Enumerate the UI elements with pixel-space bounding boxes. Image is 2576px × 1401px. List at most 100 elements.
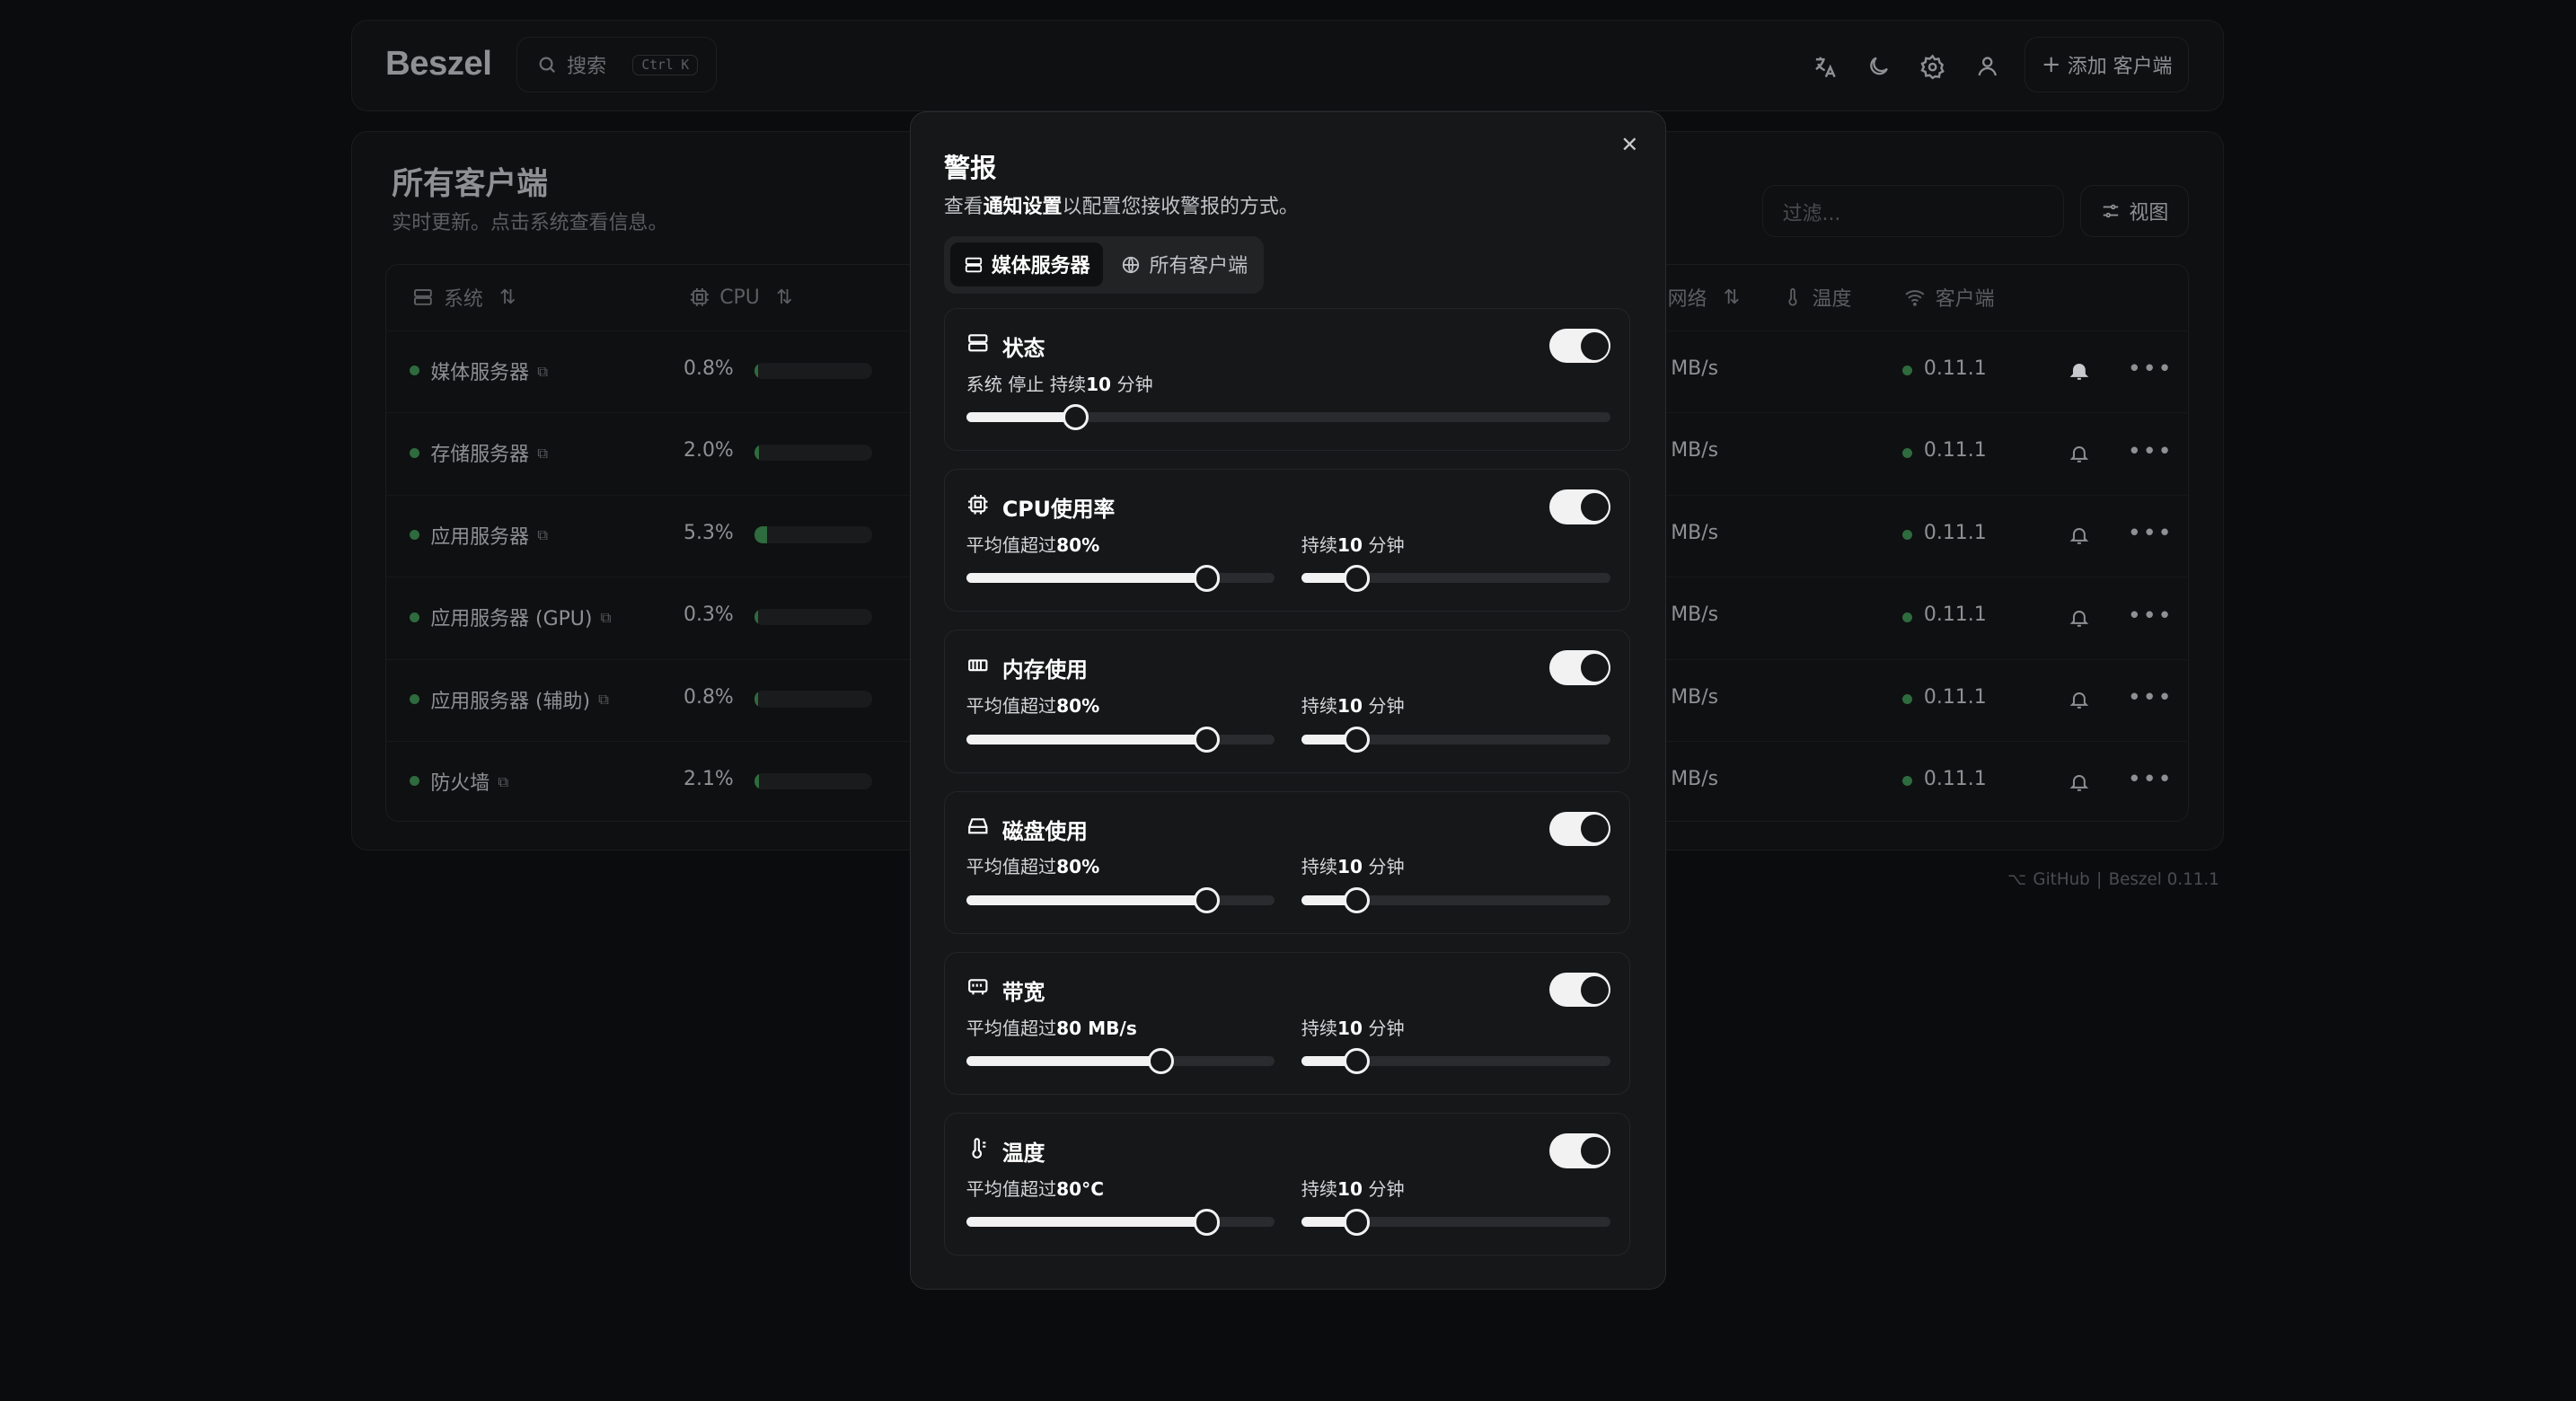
alert-toggle[interactable] — [1548, 328, 1610, 364]
sliders-icon — [2104, 204, 2119, 218]
language-icon[interactable] — [1808, 50, 1841, 84]
user-icon[interactable] — [1971, 50, 2004, 84]
alert-card-bandwidth: 带宽 平均值超过80 MB/s 持续10 分钟 — [943, 951, 1631, 1096]
filter-input[interactable]: 过滤... — [1761, 184, 2065, 238]
system-name[interactable]: 媒体服务器 ⧉ — [430, 357, 548, 385]
thermometer-icon — [1788, 288, 1797, 306]
threshold-slider[interactable] — [966, 726, 1275, 753]
alert-card-disk-usage: 磁盘使用 平均值超过80% 持续10 分钟 — [943, 790, 1631, 934]
alert-card-temperature: 温度 平均值超过80°C 持续10 分钟 — [943, 1113, 1631, 1256]
duration-description: 持续10 分钟 — [1301, 1177, 1405, 1200]
server-icon — [965, 257, 982, 272]
duration-description: 持续10 分钟 — [1301, 1017, 1405, 1039]
alert-toggle[interactable] — [1548, 489, 1610, 524]
page-subtitle: 实时更新。点击系统查看信息。 — [392, 212, 668, 235]
slider-thumb[interactable] — [1344, 886, 1371, 914]
alert-toggle[interactable] — [1548, 811, 1610, 847]
more-options-icon[interactable]: ••• — [2128, 684, 2174, 711]
threshold-slider[interactable] — [966, 565, 1275, 592]
slider-thumb[interactable] — [1194, 565, 1221, 592]
more-options-icon[interactable]: ••• — [2128, 356, 2174, 383]
bell-icon[interactable] — [2069, 522, 2090, 552]
system-name[interactable]: 应用服务器 (辅助) ⧉ — [430, 686, 609, 714]
copy-icon[interactable]: ⧉ — [498, 773, 508, 791]
duration-slider[interactable] — [1301, 726, 1610, 753]
more-options-icon[interactable]: ••• — [2128, 603, 2174, 630]
copy-icon[interactable]: ⧉ — [598, 691, 609, 709]
more-options-icon[interactable]: ••• — [2128, 520, 2174, 547]
globe-icon — [1123, 256, 1140, 273]
bell-icon[interactable] — [2069, 768, 2090, 798]
bell-icon[interactable] — [2069, 604, 2090, 634]
tab-current-system[interactable]: 媒体服务器 — [950, 242, 1104, 287]
duration-slider[interactable] — [1301, 565, 1610, 592]
copy-icon[interactable]: ⧉ — [537, 526, 548, 544]
notification-settings-link[interactable]: 通知设置 — [984, 196, 1063, 218]
system-name[interactable]: 存储服务器 ⧉ — [430, 439, 548, 467]
dialog-subtitle: 查看通知设置以配置您接收警报的方式。 — [943, 196, 1299, 219]
threshold-slider[interactable] — [966, 886, 1275, 914]
version-status-dot — [1902, 693, 1913, 704]
slider-thumb[interactable] — [1194, 1209, 1221, 1236]
theme-toggle-icon[interactable] — [1862, 50, 1895, 84]
logo[interactable]: Beszel — [385, 44, 492, 84]
cpu-bar-fill — [754, 362, 758, 379]
cpu-value: 0.8% — [684, 685, 734, 709]
sort-icon: ⇅ — [499, 286, 516, 309]
network-value: MB/s — [1671, 521, 1719, 544]
slider-thumb[interactable] — [1344, 1209, 1371, 1236]
duration-slider[interactable] — [1301, 886, 1610, 914]
alert-toggle[interactable] — [1548, 1133, 1610, 1168]
more-options-icon[interactable]: ••• — [2128, 438, 2174, 465]
copy-icon[interactable]: ⧉ — [601, 609, 612, 627]
threshold-slider[interactable] — [966, 1209, 1275, 1236]
cpu-bar-fill — [754, 608, 758, 626]
column-header-network[interactable]: 网络 ⇅ — [1668, 281, 1741, 314]
bell-icon[interactable] — [2069, 439, 2090, 470]
system-name[interactable]: 应用服务器 ⧉ — [430, 522, 548, 550]
search-button[interactable]: 搜索 Ctrl K — [516, 37, 718, 93]
column-header-client[interactable]: 客户端 — [1904, 281, 1995, 314]
copy-icon[interactable]: ⧉ — [537, 363, 548, 381]
system-name[interactable]: 防火墙 ⧉ — [430, 768, 508, 796]
threshold-description: 平均值超过80% — [966, 533, 1100, 556]
slider-thumb[interactable] — [1062, 404, 1090, 431]
client-version: 0.11.1 — [1923, 357, 1987, 381]
tab-all-clients[interactable]: 所有客户端 — [1108, 242, 1261, 286]
duration-slider[interactable] — [1301, 1209, 1610, 1236]
cpu-bar-fill — [754, 444, 759, 462]
bell-icon[interactable] — [2069, 357, 2090, 388]
cpu-bar-fill — [754, 772, 760, 790]
system-name[interactable]: 应用服务器 (GPU) ⧉ — [430, 604, 611, 631]
column-header-cpu[interactable]: CPU ⇅ — [689, 281, 793, 314]
alert-toggle[interactable] — [1548, 650, 1610, 685]
slider-thumb[interactable] — [1344, 565, 1371, 592]
status-dot — [409, 776, 419, 787]
version-status-dot — [1902, 447, 1913, 458]
column-header-system[interactable]: 系统 ⇅ — [412, 281, 516, 314]
status-dot — [409, 612, 419, 622]
threshold-slider[interactable] — [966, 1048, 1275, 1075]
add-client-button[interactable]: + 添加 客户端 — [2025, 37, 2190, 93]
alert-card-cpu-usage: CPU使用率 平均值超过80% 持续10 分钟 — [943, 469, 1631, 612]
column-header-temp[interactable]: 温度 — [1783, 281, 1851, 314]
copy-icon[interactable]: ⧉ — [537, 445, 548, 463]
footer-version[interactable]: Beszel 0.11.1 — [2109, 870, 2219, 889]
duration-slider[interactable] — [1301, 1048, 1610, 1075]
view-button[interactable]: 视图 — [2080, 184, 2190, 238]
duration-description: 持续10 分钟 — [1301, 533, 1405, 556]
slider-thumb[interactable] — [1147, 1048, 1174, 1075]
github-link[interactable]: GitHub — [2033, 870, 2089, 889]
close-icon[interactable]: ✕ — [1620, 132, 1638, 157]
more-options-icon[interactable]: ••• — [2128, 766, 2174, 793]
alert-toggle[interactable] — [1548, 972, 1610, 1008]
threshold-description: 平均值超过80% — [966, 695, 1100, 718]
dialog-title: 警报 — [943, 152, 997, 183]
bell-icon[interactable] — [2069, 686, 2090, 717]
slider-thumb[interactable] — [1194, 726, 1221, 753]
slider-thumb[interactable] — [1344, 1048, 1371, 1075]
slider-thumb[interactable] — [1344, 726, 1371, 753]
duration-slider[interactable] — [966, 404, 1610, 431]
settings-gear-icon[interactable] — [1917, 50, 1950, 84]
slider-thumb[interactable] — [1194, 886, 1221, 914]
